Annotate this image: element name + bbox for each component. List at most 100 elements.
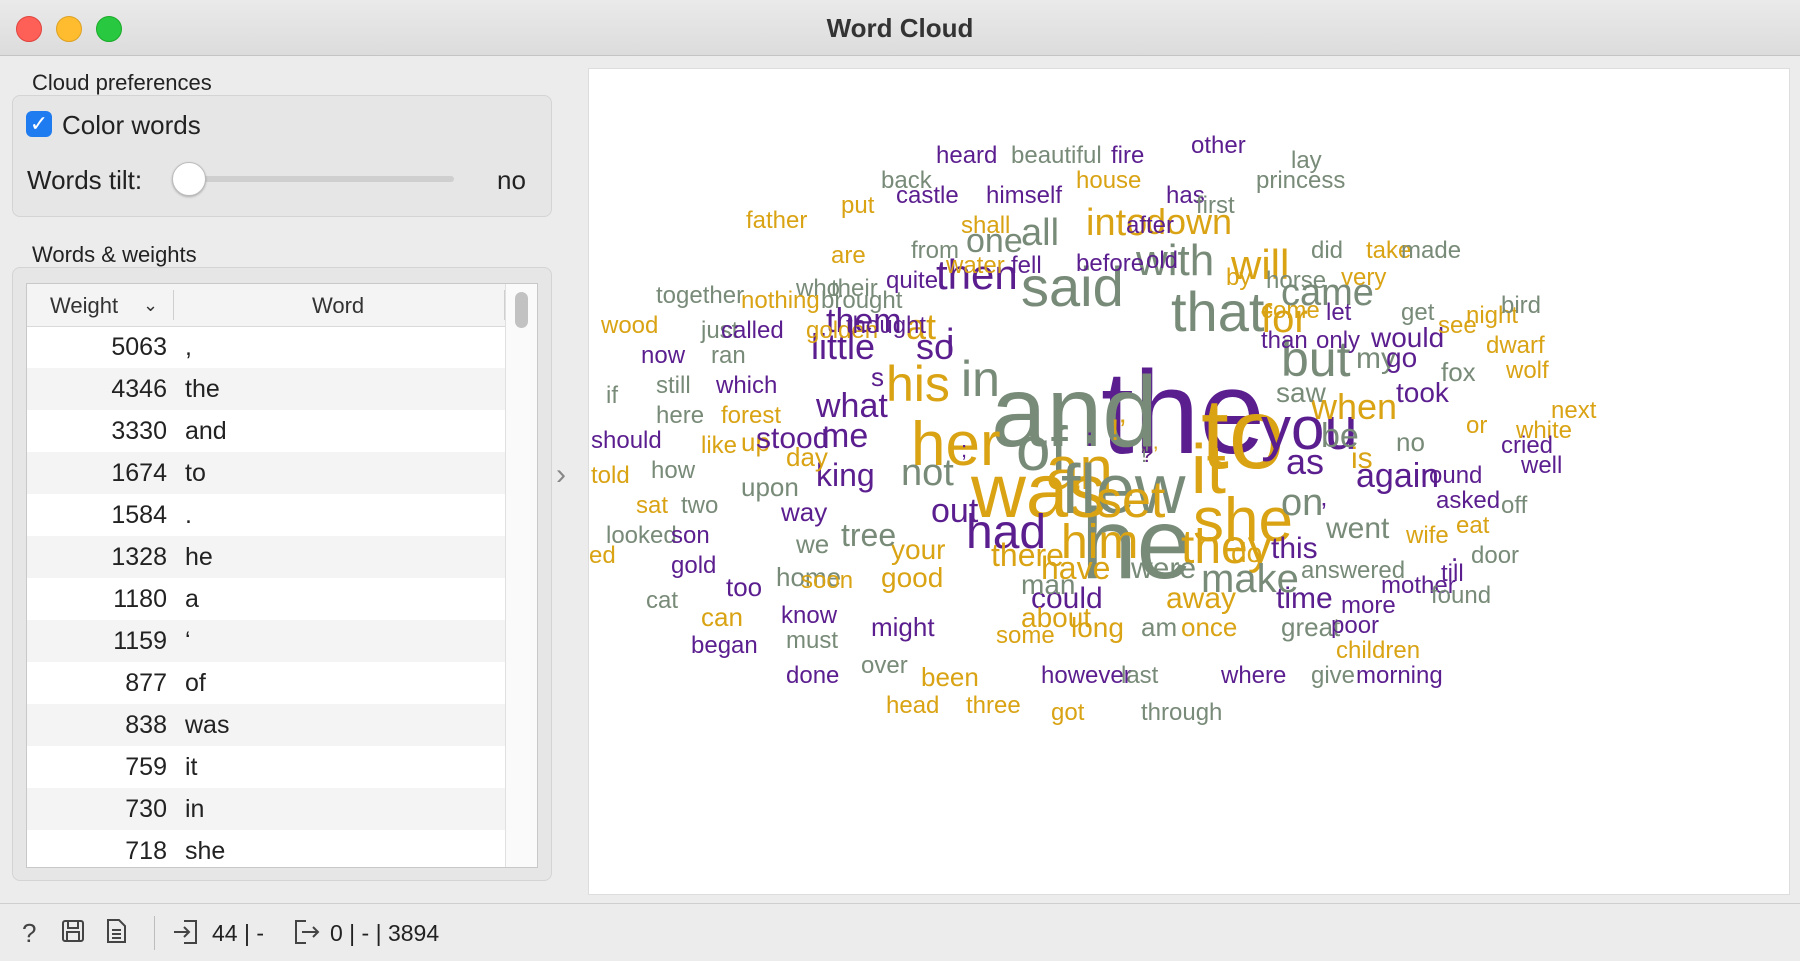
help-icon[interactable]: ? — [22, 918, 36, 949]
cloud-word: answered — [1301, 557, 1406, 584]
vertical-scrollbar[interactable] — [505, 284, 537, 867]
cloud-word: fell — [1011, 252, 1042, 279]
cloud-word: first — [1196, 192, 1235, 219]
cloud-word: through — [1141, 699, 1223, 726]
table-row[interactable]: 1328 he — [27, 536, 505, 578]
table-row[interactable]: 4346 the — [27, 368, 505, 410]
cloud-word: gold — [671, 552, 717, 579]
cloud-word: only — [1316, 327, 1361, 354]
cloud-word: should — [591, 427, 662, 454]
weight-cell: 1328 — [111, 543, 167, 571]
cloud-word: old — [1146, 247, 1179, 274]
cloud-word: next — [1551, 397, 1597, 424]
cloud-word: got — [1051, 699, 1085, 726]
color-words-label[interactable]: Color words — [62, 110, 201, 141]
cloud-word: cat — [646, 587, 679, 614]
cloud-word: still — [656, 372, 691, 399]
weight-cell: 838 — [125, 711, 167, 739]
column-divider[interactable] — [173, 290, 174, 320]
collapse-panel-chevron-icon[interactable]: › — [556, 458, 566, 492]
word-column-header[interactable]: Word — [312, 293, 364, 319]
words-tilt-slider-handle[interactable] — [172, 162, 206, 196]
cloud-word: man — [1021, 569, 1076, 600]
word-cell: , — [185, 333, 192, 361]
table-row[interactable]: 1159 ‘ — [27, 620, 505, 662]
cloud-word: over — [861, 652, 908, 679]
cloud-word: round — [1421, 462, 1483, 489]
cloud-word: after — [1126, 212, 1175, 239]
weight-cell: 759 — [125, 753, 167, 781]
cloud-word: go — [1386, 342, 1418, 373]
table-row[interactable]: 718 she — [27, 830, 505, 867]
table-row[interactable]: 1674 to — [27, 452, 505, 494]
cloud-word: is — [1351, 442, 1373, 475]
words-table: Weight ⌄ Word 5063, 4346 the 3330 and 1674 to 1… — [26, 283, 538, 868]
cloud-word: get — [1401, 299, 1435, 326]
cloud-word: let — [1326, 299, 1352, 326]
table-row[interactable]: 1584. — [27, 494, 505, 536]
word-cloud: the and to he was it she her of you that said his in b… — [588, 68, 1790, 895]
output-summary: 0 | - | 3894 — [330, 920, 440, 946]
cloud-word: called — [721, 317, 784, 344]
cloud-word: not — [901, 452, 954, 494]
words-tilt-value: no — [497, 165, 526, 195]
cloud-word: horse — [1266, 267, 1327, 294]
cloud-word: out — [931, 492, 979, 530]
table-row[interactable]: 838 was — [27, 704, 505, 746]
cloud-word: thought — [846, 312, 927, 339]
color-words-checkbox[interactable]: ✓ — [26, 111, 52, 137]
cloud-word: saw — [1276, 377, 1326, 408]
table-row[interactable]: 877 of — [27, 662, 505, 704]
weight-cell: 3330 — [111, 417, 167, 445]
cloud-word: wolf — [1506, 357, 1549, 384]
cloud-word: beautiful — [1011, 142, 1102, 169]
table-row[interactable]: 3330 and — [27, 410, 505, 452]
weight-cell: 877 — [125, 669, 167, 697]
word-cell: . — [185, 501, 192, 529]
table-row[interactable]: 5063, — [27, 326, 505, 368]
cloud-word: we — [796, 529, 830, 559]
cloud-word: all — [1021, 212, 1060, 254]
statusbar-divider — [154, 916, 155, 950]
cloud-word: off — [1501, 492, 1528, 519]
cloud-word: s — [871, 362, 884, 392]
table-row[interactable]: 730 in — [27, 788, 505, 830]
weight-column-header[interactable]: Weight — [50, 293, 118, 319]
cloud-word: than — [1261, 327, 1308, 354]
cloud-word: began — [691, 632, 758, 659]
sort-descending-icon[interactable]: ⌄ — [143, 295, 158, 316]
cloud-word: or — [1466, 412, 1488, 439]
cloud-word: like — [701, 432, 738, 459]
cloud-word: set — [1096, 471, 1166, 529]
cloud-word: sat — [636, 492, 669, 519]
save-icon[interactable] — [60, 918, 86, 951]
cloud-word: i — [946, 322, 955, 364]
weight-cell: 5063 — [111, 333, 167, 361]
cloud-word: as — [1286, 441, 1325, 482]
words-tilt-slider[interactable] — [188, 176, 454, 182]
cloud-word: which — [716, 372, 778, 399]
cloud-word: might — [871, 612, 935, 642]
cloud-word: are — [831, 242, 866, 269]
cloud-word: went — [1326, 512, 1390, 545]
scrollbar-thumb[interactable] — [515, 292, 528, 328]
cloud-word: nothing — [741, 287, 820, 314]
cloud-word: red — [588, 542, 616, 569]
cloud-word: ; — [961, 437, 968, 462]
cloud-word: soon — [801, 567, 854, 594]
cloud-word: back — [881, 167, 932, 194]
table-row[interactable]: 1180 a — [27, 578, 505, 620]
cloud-word: ’ — [1141, 442, 1146, 467]
table-row[interactable]: 759 it — [27, 746, 505, 788]
cloud-word: father — [746, 207, 808, 234]
cloud-word: asked — [1436, 487, 1501, 514]
cloud-word: fire — [1111, 142, 1145, 169]
cloud-word: in — [961, 351, 1000, 407]
cloud-word: your — [891, 534, 946, 565]
cloud-word: were — [1131, 552, 1197, 585]
report-icon[interactable] — [104, 918, 128, 951]
status-bar: ? 44 | - 0 | - | 3894 — [0, 903, 1800, 961]
input-icon — [172, 918, 200, 953]
word-cell: ‘ — [185, 627, 191, 655]
cloud-word: found — [1431, 582, 1492, 609]
